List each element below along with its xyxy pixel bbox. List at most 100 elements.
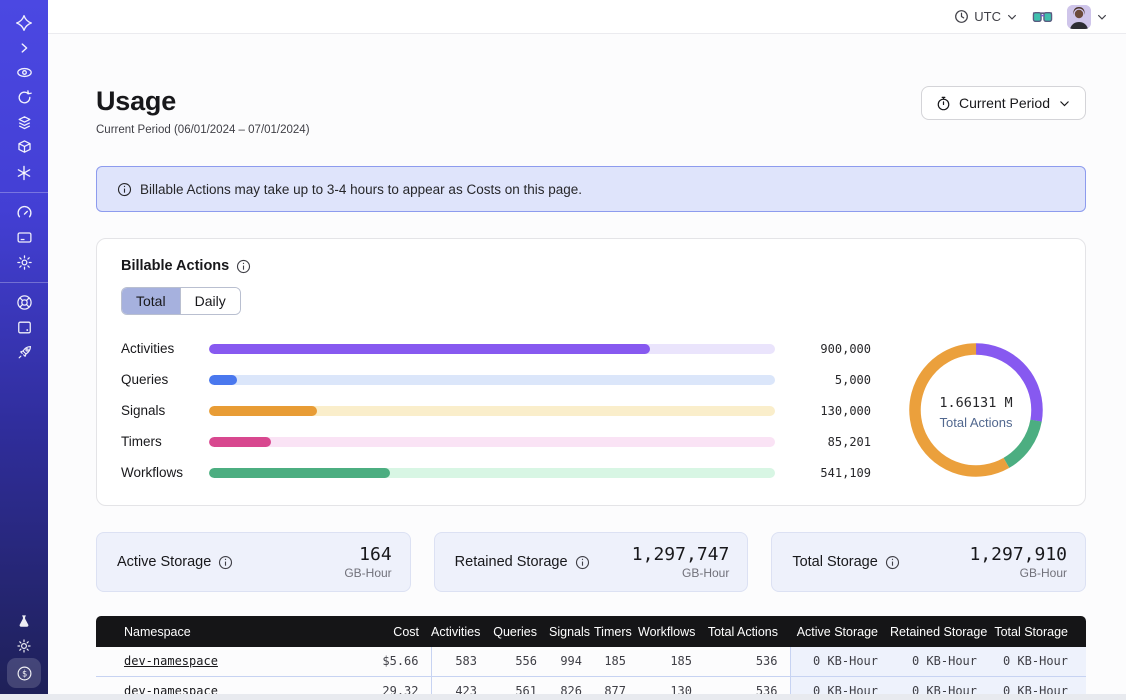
feedback-icon[interactable]	[8, 315, 40, 340]
column-header-total-storage: Total Storage	[989, 616, 1086, 647]
tab-daily[interactable]: Daily	[180, 288, 240, 314]
layers-icon[interactable]	[8, 110, 40, 135]
chevron-down-icon	[1096, 11, 1108, 23]
total-daily-tabs: Total Daily	[121, 287, 241, 315]
donut-center-value: 1.66131 M	[939, 395, 1012, 411]
user-avatar	[1067, 5, 1091, 29]
stopwatch-icon	[936, 96, 951, 111]
bar-value: 5,000	[787, 373, 871, 387]
svg-text:$: $	[21, 669, 26, 679]
bar-track	[209, 344, 775, 354]
tab-total[interactable]: Total	[122, 288, 180, 314]
cell-active-storage: 0 KB-Hour	[790, 647, 890, 676]
clock-icon	[954, 9, 969, 24]
billable-actions-card: Billable Actions Total Daily Activities …	[96, 238, 1086, 506]
main-content: Usage Current Period (06/01/2024 – 07/01…	[48, 34, 1126, 700]
bar-category-label: Signals	[121, 403, 209, 418]
storage-card-label: Active Storage	[117, 554, 211, 570]
info-icon[interactable]	[218, 555, 233, 570]
column-header-cost: Cost	[321, 616, 431, 647]
collapse-chevron-right-icon[interactable]	[8, 35, 40, 60]
billable-card-title: Billable Actions	[121, 258, 229, 274]
chevron-down-icon	[1058, 97, 1071, 110]
column-header-total-actions: Total Actions	[704, 616, 790, 647]
timezone-selector[interactable]: UTC	[954, 9, 1018, 24]
bar-category-label: Timers	[121, 434, 209, 449]
bar-chart-row: Signals 130,000	[121, 403, 871, 418]
support-lifebuoy-icon[interactable]	[8, 290, 40, 315]
sidebar: $	[0, 0, 48, 700]
settings-gear-icon[interactable]	[8, 250, 40, 275]
period-dropdown-button[interactable]: Current Period	[921, 86, 1086, 120]
cell-total-storage: 0 KB-Hour	[989, 647, 1086, 676]
column-header-timers: Timers	[594, 616, 638, 647]
column-header-namespace: Namespace	[96, 616, 321, 647]
storage-card-value: 164	[344, 544, 391, 565]
page-subtitle: Current Period (06/01/2024 – 07/01/2024)	[96, 124, 310, 136]
history-icon[interactable]	[8, 85, 40, 110]
sidebar-divider	[0, 192, 48, 193]
dev-glasses-icon[interactable]	[1032, 10, 1053, 24]
user-menu[interactable]	[1067, 5, 1108, 29]
chevron-down-icon	[1006, 11, 1018, 23]
topbar: UTC	[48, 0, 1126, 34]
bar-fill	[209, 468, 390, 478]
storage-card-label: Total Storage	[792, 554, 877, 570]
theme-sun-icon[interactable]	[8, 633, 40, 658]
period-button-label: Current Period	[959, 95, 1050, 111]
cell-retained-storage: 0 KB-Hour	[890, 647, 989, 676]
cell-timers: 185	[594, 647, 638, 676]
cell-activities: 583	[431, 647, 489, 676]
column-header-retained-storage: Retained Storage	[890, 616, 989, 647]
table-row: dev-namespace $5.66 583 556 994 185 185 …	[96, 647, 1086, 676]
billing-card-icon[interactable]	[8, 225, 40, 250]
column-header-queries: Queries	[489, 616, 549, 647]
column-header-workflows: Workflows	[638, 616, 704, 647]
bar-category-label: Activities	[121, 341, 209, 356]
column-header-activities: Activities	[431, 616, 489, 647]
cell-workflows: 185	[638, 647, 704, 676]
cell-signals: 994	[549, 647, 594, 676]
table-header-row: NamespaceCostActivitiesQueriesSignalsTim…	[96, 616, 1086, 647]
cell-cost: $5.66	[321, 647, 431, 676]
storage-card-label: Retained Storage	[455, 554, 568, 570]
info-icon	[117, 182, 132, 197]
banner-text: Billable Actions may take up to 3-4 hour…	[140, 182, 582, 197]
billable-actions-chart: Activities 900,000 Queries 5,000 Signals…	[121, 337, 1061, 483]
credits-coin-icon[interactable]: $	[7, 658, 41, 688]
bar-value: 130,000	[787, 404, 871, 418]
bar-track	[209, 375, 775, 385]
cube-icon[interactable]	[8, 135, 40, 160]
namespace-link[interactable]: dev-namespace	[124, 654, 218, 668]
info-icon[interactable]	[575, 555, 590, 570]
bar-chart-row: Activities 900,000	[121, 341, 871, 356]
temporal-logo-icon[interactable]	[8, 10, 40, 35]
sidebar-divider	[0, 282, 48, 283]
column-header-signals: Signals	[549, 616, 594, 647]
storage-card-value: 1,297,910	[969, 544, 1067, 565]
lab-flask-icon[interactable]	[8, 608, 40, 633]
bar-fill	[209, 375, 237, 385]
bar-chart: Activities 900,000 Queries 5,000 Signals…	[121, 337, 871, 483]
bar-value: 541,109	[787, 466, 871, 480]
storage-card-unit: GB-Hour	[969, 566, 1067, 580]
storage-cards-row: Active Storage 164 GB-Hour Retained Stor…	[96, 532, 1086, 592]
bar-track	[209, 406, 775, 416]
namespaces-eye-icon[interactable]	[8, 60, 40, 85]
info-icon[interactable]	[236, 259, 251, 274]
storage-card-value: 1,297,747	[632, 544, 730, 565]
bar-value: 900,000	[787, 342, 871, 356]
usage-gauge-icon[interactable]	[8, 200, 40, 225]
usage-table: NamespaceCostActivitiesQueriesSignalsTim…	[96, 616, 1086, 700]
info-banner: Billable Actions may take up to 3-4 hour…	[96, 166, 1086, 212]
rocket-icon[interactable]	[8, 340, 40, 365]
page-header: Usage Current Period (06/01/2024 – 07/01…	[96, 86, 1086, 136]
bar-fill	[209, 437, 271, 447]
bar-category-label: Workflows	[121, 465, 209, 480]
storage-card: Total Storage 1,297,910 GB-Hour	[771, 532, 1086, 592]
storage-card-unit: GB-Hour	[632, 566, 730, 580]
asterisk-icon[interactable]	[8, 160, 40, 185]
page-title: Usage	[96, 86, 310, 117]
info-icon[interactable]	[885, 555, 900, 570]
window-bottom-edge	[0, 694, 1126, 700]
